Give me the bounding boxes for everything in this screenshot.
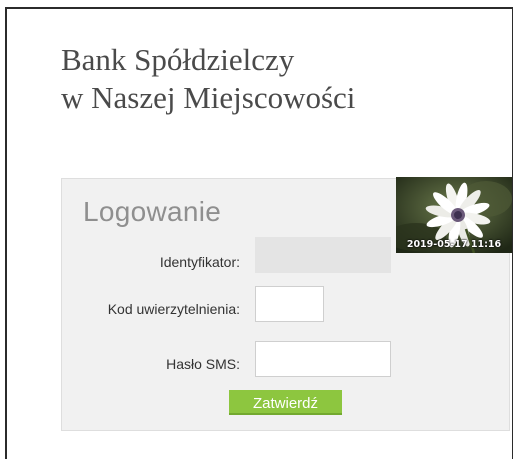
auth-code-input[interactable] — [255, 286, 324, 322]
identifier-field — [255, 237, 391, 273]
login-panel: Logowanie 2019-05-17 11:16 Identyfikator… — [61, 177, 512, 431]
sms-password-input[interactable] — [255, 341, 391, 377]
identifier-label: Identyfikator: — [159, 254, 240, 270]
flower-photo: 2019-05-17 11:16 — [396, 177, 512, 253]
sms-password-label: Hasło SMS: — [166, 356, 240, 372]
bank-name-line-1: Bank Spółdzielczy — [61, 42, 295, 77]
submit-button[interactable]: Zatwierdź — [229, 390, 342, 415]
login-title: Logowanie — [83, 196, 222, 227]
photo-date-stamp: 2019-05-17 11:16 — [406, 239, 502, 250]
bank-name-line-2: w Naszej Miejscowości — [61, 80, 356, 115]
page-frame: Bank Spółdzielczy w Naszej Miejscowości … — [5, 7, 513, 459]
auth-code-label: Kod uwierzytelnienia: — [107, 301, 240, 317]
bank-name-heading: Bank Spółdzielczy w Naszej Miejscowości — [61, 41, 355, 117]
